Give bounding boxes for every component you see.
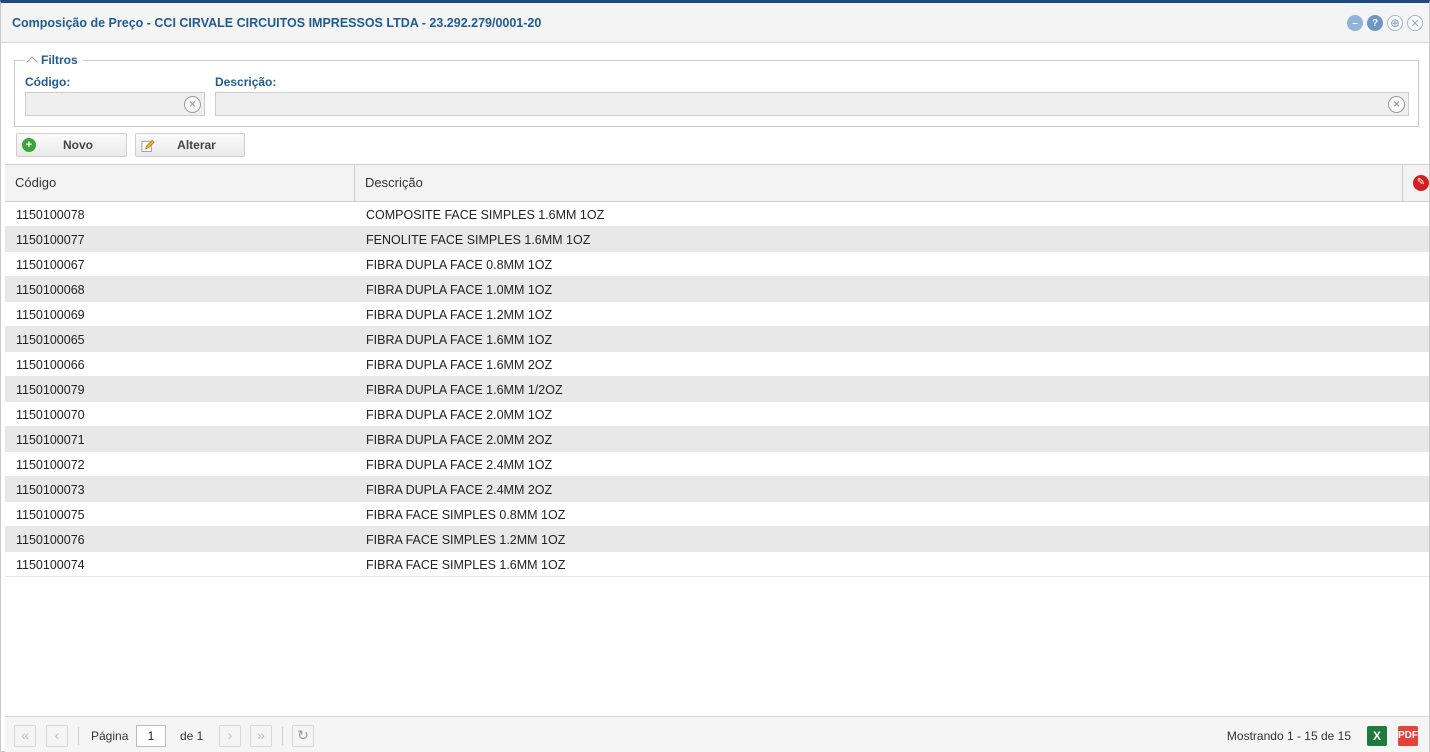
- alterar-button-label: Alterar: [177, 138, 216, 152]
- column-header-codigo[interactable]: Código: [5, 165, 355, 201]
- pager-info: Mostrando 1 - 15 de 15: [1226, 729, 1351, 743]
- add-icon: +: [22, 138, 36, 152]
- window-title: Composição de Preço - CCI CIRVALE CIRCUI…: [12, 16, 542, 30]
- excel-icon[interactable]: X: [1367, 726, 1387, 746]
- cell-descricao: FIBRA DUPLA FACE 1.6MM 1/2OZ: [366, 383, 563, 397]
- cell-descricao: FIBRA FACE SIMPLES 0.8MM 1OZ: [366, 508, 566, 522]
- table-row[interactable]: 1150100075 FIBRA FACE SIMPLES 0.8MM 1OZ: [5, 502, 1429, 527]
- page-number-input[interactable]: 1: [136, 725, 166, 747]
- filters-legend-label: Filtros: [41, 53, 78, 67]
- table-row[interactable]: 1150100072 FIBRA DUPLA FACE 2.4MM 1OZ: [5, 452, 1429, 477]
- next-page-icon[interactable]: ›: [219, 725, 241, 747]
- clear-filter-icon[interactable]: ✎: [1413, 175, 1429, 191]
- table-row[interactable]: 1150100071 FIBRA DUPLA FACE 2.0MM 2OZ: [5, 427, 1429, 452]
- grid-body: 1150100078 COMPOSITE FACE SIMPLES 1.6MM 1…: [5, 202, 1429, 577]
- action-toolbar: + Novo Alterar: [16, 133, 245, 157]
- collapse-caret-icon[interactable]: [26, 56, 38, 68]
- cell-descricao: FIBRA DUPLA FACE 2.0MM 2OZ: [366, 433, 553, 447]
- novo-button-label: Novo: [63, 138, 93, 152]
- cell-descricao: FIBRA DUPLA FACE 0.8MM 1OZ: [366, 258, 553, 272]
- composicao-preco-window: Composição de Preço - CCI CIRVALE CIRCUI…: [0, 0, 1430, 752]
- cell-descricao: FIBRA FACE SIMPLES 1.6MM 1OZ: [366, 558, 566, 572]
- filters-fieldset: Filtros Código: × Descrição: ×: [14, 53, 1419, 127]
- table-row[interactable]: 1150100066 FIBRA DUPLA FACE 1.6MM 2OZ: [5, 352, 1429, 377]
- page-label: Página: [91, 729, 129, 743]
- prev-page-icon[interactable]: ‹: [46, 725, 68, 747]
- minimize-icon[interactable]: –: [1347, 15, 1363, 31]
- cell-codigo: 1150100070: [16, 408, 85, 422]
- codigo-input[interactable]: [26, 93, 204, 115]
- window-tools: – ? ⊕ ✕: [1347, 15, 1423, 31]
- descricao-field-wrap: ×: [215, 92, 1409, 116]
- cell-codigo: 1150100066: [16, 358, 85, 372]
- cell-codigo: 1150100072: [16, 458, 85, 472]
- table-row[interactable]: 1150100070 FIBRA DUPLA FACE 2.0MM 1OZ: [5, 402, 1429, 427]
- edit-icon: [141, 138, 155, 152]
- window-titlebar: Composição de Preço - CCI CIRVALE CIRCUI…: [1, 3, 1429, 43]
- cell-codigo: 1150100068: [16, 283, 85, 297]
- table-row[interactable]: 1150100076 FIBRA FACE SIMPLES 1.2MM 1OZ: [5, 527, 1429, 552]
- table-row[interactable]: 1150100078 COMPOSITE FACE SIMPLES 1.6MM 1…: [5, 202, 1429, 227]
- pager-separator: [78, 727, 79, 745]
- cell-descricao: FIBRA DUPLA FACE 1.0MM 1OZ: [366, 283, 553, 297]
- table-row[interactable]: 1150100069 FIBRA DUPLA FACE 1.2MM 1OZ: [5, 302, 1429, 327]
- table-row[interactable]: 1150100065 FIBRA DUPLA FACE 1.6MM 1OZ: [5, 327, 1429, 352]
- cell-codigo: 1150100069: [16, 308, 85, 322]
- refresh-icon[interactable]: ↻: [292, 725, 314, 747]
- cell-descricao: FENOLITE FACE SIMPLES 1.6MM 1OZ: [366, 233, 591, 247]
- cell-codigo: 1150100073: [16, 483, 85, 497]
- first-page-icon[interactable]: «: [14, 725, 36, 747]
- grid-header: Código Descrição ✎: [5, 165, 1429, 202]
- table-row[interactable]: 1150100079 FIBRA DUPLA FACE 1.6MM 1/2OZ: [5, 377, 1429, 402]
- cell-codigo: 1150100075: [16, 508, 85, 522]
- cell-descricao: FIBRA DUPLA FACE 1.6MM 1OZ: [366, 333, 553, 347]
- cell-codigo: 1150100065: [16, 333, 85, 347]
- novo-button[interactable]: + Novo: [16, 133, 127, 157]
- table-row[interactable]: 1150100077 FENOLITE FACE SIMPLES 1.6MM 1O…: [5, 227, 1429, 252]
- table-row[interactable]: 1150100073 FIBRA DUPLA FACE 2.4MM 2OZ: [5, 477, 1429, 502]
- maximize-icon[interactable]: ⊕: [1387, 15, 1403, 31]
- alterar-button[interactable]: Alterar: [135, 133, 245, 157]
- codigo-field-wrap: ×: [25, 92, 205, 116]
- column-header-descricao[interactable]: Descrição: [355, 165, 1403, 201]
- pdf-icon[interactable]: PDF: [1398, 726, 1418, 746]
- cell-codigo: 1150100067: [16, 258, 85, 272]
- cell-descricao: FIBRA DUPLA FACE 1.2MM 1OZ: [366, 308, 553, 322]
- descricao-input[interactable]: [216, 93, 1408, 115]
- cell-descricao: FIBRA DUPLA FACE 2.0MM 1OZ: [366, 408, 553, 422]
- cell-codigo: 1150100076: [16, 533, 85, 547]
- cell-descricao: FIBRA DUPLA FACE 1.6MM 2OZ: [366, 358, 553, 372]
- filters-legend[interactable]: Filtros: [25, 53, 83, 68]
- results-grid: Código Descrição ✎ 1150100078 COMPOSITE F…: [5, 164, 1429, 716]
- table-row[interactable]: 1150100068 FIBRA DUPLA FACE 1.0MM 1OZ: [5, 277, 1429, 302]
- pager-separator: [282, 727, 283, 745]
- clear-codigo-icon[interactable]: ×: [184, 96, 201, 113]
- cell-descricao: FIBRA DUPLA FACE 2.4MM 2OZ: [366, 483, 553, 497]
- table-row[interactable]: 1150100067 FIBRA DUPLA FACE 0.8MM 1OZ: [5, 252, 1429, 277]
- cell-codigo: 1150100079: [16, 383, 85, 397]
- help-icon[interactable]: ?: [1367, 15, 1383, 31]
- close-icon[interactable]: ✕: [1407, 15, 1423, 31]
- cell-codigo: 1150100071: [16, 433, 85, 447]
- last-page-icon[interactable]: »: [250, 725, 272, 747]
- cell-codigo: 1150100078: [16, 208, 85, 222]
- clear-descricao-icon[interactable]: ×: [1388, 96, 1405, 113]
- cell-codigo: 1150100077: [16, 233, 85, 247]
- cell-descricao: FIBRA FACE SIMPLES 1.2MM 1OZ: [366, 533, 566, 547]
- cell-descricao: COMPOSITE FACE SIMPLES 1.6MM 1OZ: [366, 208, 605, 222]
- page-count-label: de 1: [180, 729, 204, 743]
- descricao-label: Descrição:: [215, 75, 277, 89]
- pagination-bar: « ‹ Página 1 de 1 › » ↻ Mostrando 1 - 15…: [5, 716, 1429, 752]
- codigo-label: Código:: [25, 75, 71, 89]
- cell-descricao: FIBRA DUPLA FACE 2.4MM 1OZ: [366, 458, 553, 472]
- table-row[interactable]: 1150100074 FIBRA FACE SIMPLES 1.6MM 1OZ: [5, 552, 1429, 577]
- cell-codigo: 1150100074: [16, 558, 85, 572]
